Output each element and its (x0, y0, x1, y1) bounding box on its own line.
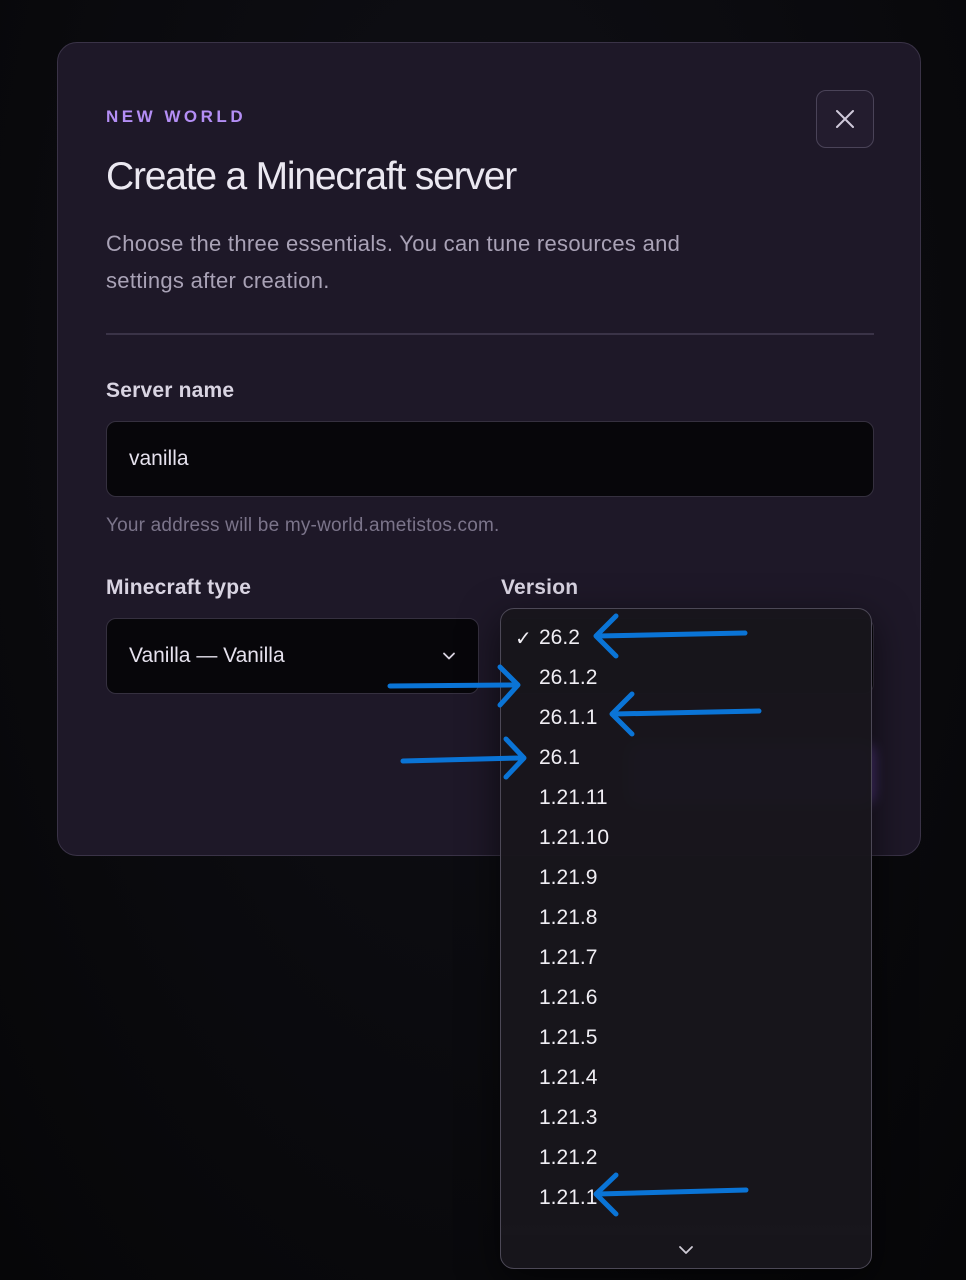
version-option[interactable]: 1.21.8 (501, 898, 871, 938)
version-option[interactable]: 1.21.1 (501, 1178, 871, 1218)
close-button[interactable] (816, 90, 874, 148)
version-option[interactable]: 1.21.4 (501, 1058, 871, 1098)
checkmark-icon: ✓ (515, 627, 532, 650)
version-option[interactable]: 1.21.10 (501, 818, 871, 858)
minecraft-type-select[interactable]: Vanilla — Vanilla (106, 618, 479, 694)
list-fade (501, 1221, 871, 1235)
version-option[interactable]: 1.21.11 (501, 778, 871, 818)
modal-title: Create a Minecraft server (106, 155, 517, 198)
server-name-input[interactable]: vanilla (106, 421, 874, 497)
version-option[interactable]: 1.21.7 (501, 938, 871, 978)
version-option-selected[interactable]: ✓ 26.2 (501, 618, 871, 658)
server-name-value: vanilla (129, 447, 189, 470)
divider (106, 333, 874, 335)
chevron-down-icon (443, 652, 455, 660)
server-name-label: Server name (106, 379, 235, 402)
version-option[interactable]: 26.1 (501, 738, 871, 778)
version-option[interactable]: 1.21.5 (501, 1018, 871, 1058)
chevron-down-icon[interactable] (677, 1243, 695, 1257)
minecraft-type-label: Minecraft type (106, 576, 252, 599)
version-option[interactable]: 1.21.2 (501, 1138, 871, 1178)
address-hint: Your address will be my-world.ametistos.… (106, 515, 500, 536)
version-option[interactable]: 1.21.6 (501, 978, 871, 1018)
close-icon (836, 110, 854, 128)
version-label: Version (501, 576, 579, 599)
version-option[interactable]: 26.1.1 (501, 698, 871, 738)
version-dropdown-list: ✓ 26.2 26.1.2 26.1.1 26.1 1.21.11 1.21.1… (500, 608, 872, 1269)
version-option[interactable]: 1.21.3 (501, 1098, 871, 1138)
version-option[interactable]: 26.1.2 (501, 658, 871, 698)
version-option[interactable]: 1.21.9 (501, 858, 871, 898)
modal-eyebrow: NEW WORLD (106, 107, 247, 126)
modal-subtitle: Choose the three essentials. You can tun… (106, 231, 681, 293)
minecraft-type-value: Vanilla — Vanilla (129, 644, 285, 667)
